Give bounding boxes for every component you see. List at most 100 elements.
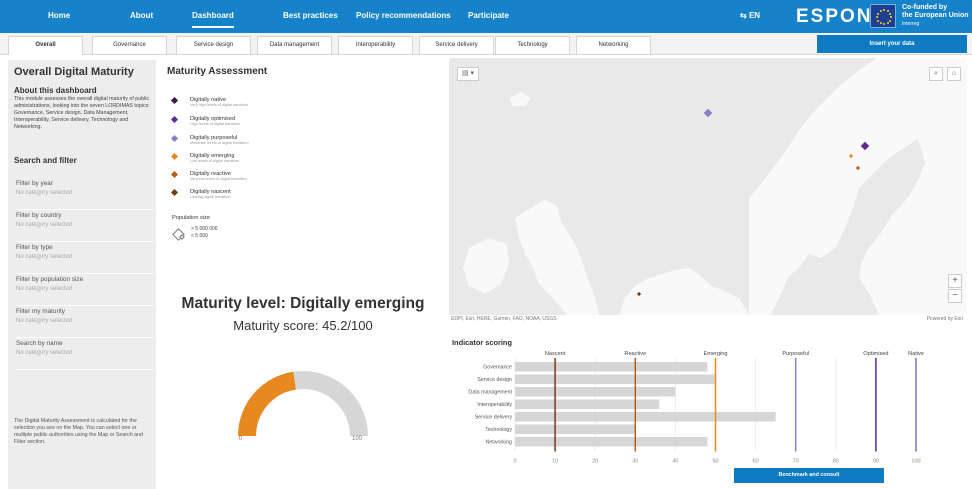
top-navigation-bar: Home About Dashboard Best practices Poli… xyxy=(0,0,972,33)
filter-label: Filter my maturity xyxy=(16,308,65,315)
sidebar: Overall Digital Maturity About this dash… xyxy=(8,60,156,489)
legend-description: Low levels of digital transition xyxy=(190,159,240,163)
filter-value: No category selected xyxy=(16,222,73,228)
insert-your-data-button[interactable]: Insert your data xyxy=(817,35,967,53)
filter-country[interactable]: Filter by country No category selected xyxy=(16,210,154,242)
filter-label: Filter by type xyxy=(16,244,53,251)
tab-service-delivery[interactable]: Service delivery xyxy=(419,36,494,54)
legend-native-diamond-icon xyxy=(170,96,179,105)
filter-population-size[interactable]: Filter by population size No category se… xyxy=(16,274,154,306)
nav-best-practices[interactable]: Best practices xyxy=(283,11,338,20)
x-tick-label: 80 xyxy=(833,459,839,465)
eu-star xyxy=(876,19,879,22)
threshold-label: Optimised xyxy=(863,351,888,357)
category-label: Networking xyxy=(486,440,513,446)
legend-description: Moderate levels of digital transition xyxy=(190,141,249,145)
language-selector[interactable]: ⇆ EN xyxy=(740,11,760,20)
nav-policy-recommendations[interactable]: Policy recommendations xyxy=(356,11,451,20)
nav-home[interactable]: Home xyxy=(48,11,70,20)
x-tick-label: 100 xyxy=(911,459,920,465)
search-filter-heading: Search and filter xyxy=(14,156,77,165)
home-icon: ⌂ xyxy=(951,70,957,77)
legend-reactive-diamond-icon xyxy=(170,170,179,179)
zoom-out-button[interactable]: − xyxy=(948,289,962,303)
filter-year[interactable]: Filter by year No category selected xyxy=(16,178,154,210)
filter-value: No category selected xyxy=(16,254,73,260)
about-heading: About this dashboard xyxy=(14,86,97,95)
basemap-gallery-button[interactable]: ▤ ▾ xyxy=(457,67,479,81)
legend-purposeful-diamond-icon xyxy=(170,134,179,143)
filter-value: No category selected xyxy=(16,318,73,324)
indicator-bar xyxy=(515,399,660,409)
threshold-label: Reactive xyxy=(624,351,646,357)
eu-star xyxy=(883,9,885,11)
benchmark-and-consult-button[interactable]: Benchmark and consult xyxy=(734,468,884,483)
tab-overall[interactable]: Overall xyxy=(8,36,83,55)
map-attribution-bar: EDPI, Esri, HERE, Garmin, FAO, NOAA, USG… xyxy=(449,315,967,324)
filter-value: No category selected xyxy=(16,286,73,292)
legend-description: Very high levels of digital transition xyxy=(190,103,249,107)
legend-optimised-diamond-icon xyxy=(170,115,179,124)
eu-star xyxy=(886,9,889,12)
map-basemap xyxy=(449,58,967,315)
category-label: Service design xyxy=(477,377,512,383)
legend-description: Very low levels of digital transition xyxy=(190,177,247,181)
filter-label: Filter by year xyxy=(16,180,53,187)
eu-line1: Co-funded by xyxy=(902,4,948,11)
filter-type[interactable]: Filter by type No category selected xyxy=(16,242,154,274)
maturity-gauge xyxy=(238,371,368,437)
about-text: This module assesses the overall digital… xyxy=(14,96,150,130)
eu-line3: Interreg xyxy=(902,21,920,27)
category-label: Service delivery xyxy=(475,415,513,421)
search-by-name[interactable]: Search by name No category selected xyxy=(16,338,154,370)
europe-map[interactable]: ▤ ▾ ⌕ ⌂ + − xyxy=(449,58,967,315)
category-label: Technology xyxy=(485,427,512,433)
espon-logo[interactable]: ESPON xyxy=(796,6,873,28)
zoom-in-button[interactable]: + xyxy=(948,274,962,288)
indicator-bar xyxy=(515,374,716,384)
map-attribution: EDPI, Esri, HERE, Garmin, FAO, NOAA, USG… xyxy=(451,316,557,322)
filter-value: No category selected xyxy=(16,190,73,196)
eu-star xyxy=(876,12,879,15)
threshold-label: Purposeful xyxy=(782,351,809,357)
x-tick-label: 10 xyxy=(552,459,558,465)
x-tick-label: 60 xyxy=(753,459,759,465)
indicator-scoring-chart: 0 10 20 30 40 50 60 70 80 90 100 Governance Service … xyxy=(468,351,924,465)
gauge-min-label: 0 xyxy=(239,436,243,442)
population-small-label: < 5 000 xyxy=(191,233,208,239)
eu-flag-icon xyxy=(870,4,896,28)
threshold-label: Native xyxy=(908,351,924,357)
map-search-button[interactable]: ⌕ xyxy=(929,67,943,81)
indicator-bar xyxy=(515,362,708,372)
indicator-bar xyxy=(515,387,676,397)
eu-cofunded-label: Co-funded by the European Union Interreg xyxy=(902,4,969,28)
nav-about[interactable]: About xyxy=(130,11,153,20)
maturity-assessment-title: Maturity Assessment xyxy=(167,66,268,77)
category-label: Governance xyxy=(483,365,512,371)
tab-data-management[interactable]: Data management xyxy=(257,36,332,54)
tab-networking[interactable]: Networking xyxy=(576,36,651,54)
legend-description: Lacking digital transition xyxy=(190,195,231,199)
search-icon: ⌕ xyxy=(934,70,938,77)
category-label: Interoperability xyxy=(477,402,512,408)
nav-participate[interactable]: Participate xyxy=(468,11,509,20)
eu-star xyxy=(876,16,878,18)
legend-emerging-diamond-icon xyxy=(170,152,179,161)
nav-dashboard[interactable]: Dashboard xyxy=(192,11,234,28)
threshold-label: Nascent xyxy=(545,351,566,357)
powered-by-esri[interactable]: Powered by Esri xyxy=(927,316,963,322)
threshold-label: Emerging xyxy=(704,351,728,357)
tab-technology[interactable]: Technology xyxy=(495,36,570,54)
filter-maturity[interactable]: Filter my maturity No category selected xyxy=(16,306,154,338)
x-tick-label: 50 xyxy=(712,459,718,465)
tab-service-design[interactable]: Service design xyxy=(176,36,251,54)
filter-label: Filter by population size xyxy=(16,276,84,283)
tab-governance[interactable]: Governance xyxy=(92,36,167,54)
filter-label: Filter by country xyxy=(16,212,62,219)
x-tick-label: 30 xyxy=(632,459,638,465)
x-tick-label: 40 xyxy=(672,459,678,465)
map-home-button[interactable]: ⌂ xyxy=(947,67,961,81)
tab-interoperability[interactable]: Interoperability xyxy=(338,36,413,54)
language-label: EN xyxy=(748,11,761,20)
footer-note: The Digital Maturity Assessment is calcu… xyxy=(14,418,143,445)
